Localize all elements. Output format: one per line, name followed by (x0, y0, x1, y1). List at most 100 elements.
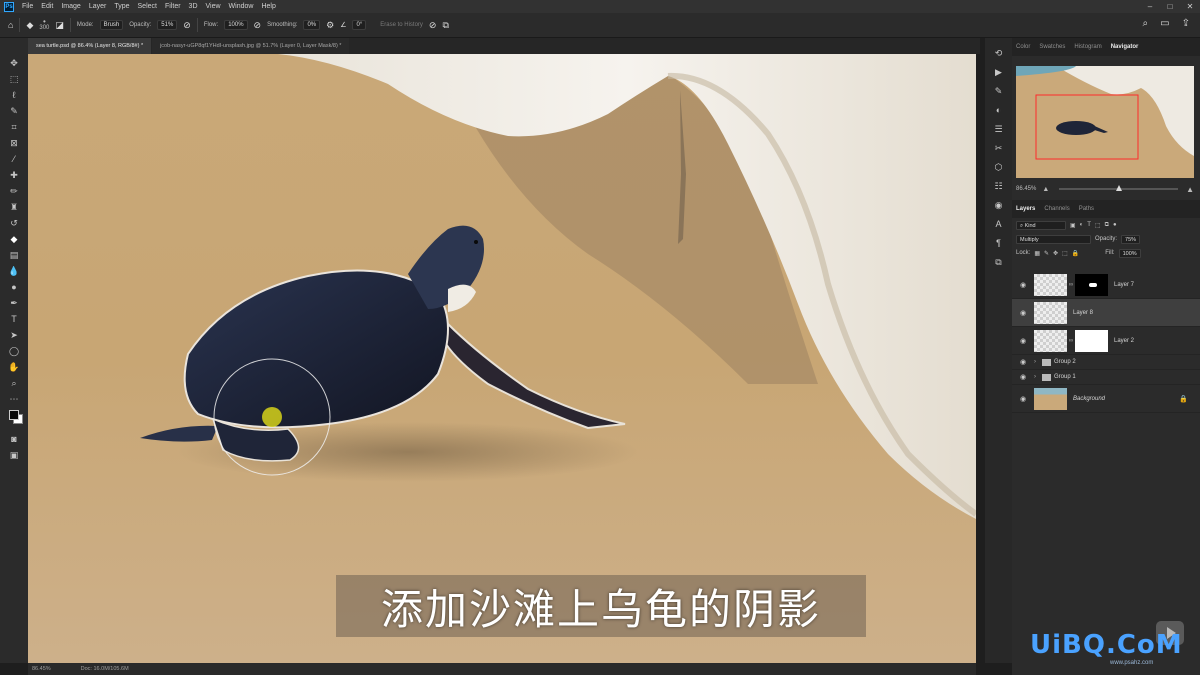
fill-field[interactable]: 100% (1118, 248, 1141, 258)
layer-comps-icon[interactable]: ⧉ (992, 255, 1006, 269)
angle-field[interactable]: 0° (352, 20, 367, 30)
filter-pixel-icon[interactable]: ▣ (1070, 222, 1076, 229)
zoom-tool-icon[interactable]: ⌕ (7, 376, 21, 390)
eye-icon[interactable]: ◉ (1016, 309, 1030, 317)
lock-all-icon[interactable]: 🔒 (1072, 250, 1079, 257)
brush-settings-panel-icon[interactable]: ✎ (992, 84, 1006, 98)
opacity-field[interactable]: 51% (157, 20, 178, 30)
menu-edit[interactable]: Edit (41, 3, 53, 10)
erase-to-history-checkbox[interactable]: Erase to History (380, 22, 423, 28)
eye-icon[interactable]: ◉ (1016, 373, 1030, 381)
filter-adjust-icon[interactable]: ◐ (1080, 222, 1084, 228)
menu-help[interactable]: Help (261, 3, 275, 10)
eye-icon[interactable]: ◉ (1016, 358, 1030, 366)
brush-settings-icon[interactable]: ◪ (55, 20, 64, 31)
share-icon[interactable]: ⇪ (1182, 18, 1190, 29)
quick-select-tool-icon[interactable]: ✎ (7, 104, 21, 118)
move-tool-icon[interactable]: ✥ (7, 56, 21, 70)
filter-type-icon[interactable]: T (1087, 222, 1091, 228)
adjustments-panel-icon[interactable]: ◐ (992, 103, 1006, 117)
lock-pixels-icon[interactable]: ✎ (1044, 250, 1049, 257)
expand-caret-icon[interactable]: › (1034, 374, 1036, 380)
tab-layers[interactable]: Layers (1016, 206, 1035, 212)
link-icon[interactable]: ∞ (1067, 282, 1075, 288)
filter-kind-select[interactable]: ⌕ Kind (1016, 220, 1066, 230)
menu-file[interactable]: File (22, 3, 33, 10)
more-tools-icon[interactable]: ⋯ (7, 392, 21, 406)
tab-color[interactable]: Color (1016, 44, 1030, 50)
tab-paths[interactable]: Paths (1079, 206, 1094, 212)
pen-tool-icon[interactable]: ✒ (7, 296, 21, 310)
screen-mode-icon[interactable]: ▣ (7, 448, 21, 462)
type-tool-icon[interactable]: T (7, 312, 21, 326)
layer-row[interactable]: ◉ ∞ Layer 7 (1012, 271, 1200, 299)
symmetry-icon[interactable]: ⧉ (442, 20, 448, 31)
slider-knob[interactable] (1116, 185, 1123, 191)
layer-row[interactable]: ◉ Background 🔒 (1012, 385, 1200, 413)
properties-panel-icon[interactable]: ☰ (992, 122, 1006, 136)
filter-toggle-icon[interactable]: ● (1113, 222, 1117, 228)
layer-mask-thumbnail[interactable] (1075, 273, 1108, 296)
shape-tool-icon[interactable]: ◯ (7, 344, 21, 358)
libraries-panel-icon[interactable]: ☷ (992, 179, 1006, 193)
marquee-tool-icon[interactable]: ⬚ (7, 72, 21, 86)
search-icon[interactable]: ⌕ (1143, 18, 1149, 29)
quick-mask-icon[interactable]: ◙ (7, 432, 21, 446)
history-brush-tool-icon[interactable]: ↺ (7, 216, 21, 230)
menu-select[interactable]: Select (138, 3, 157, 10)
menu-layer[interactable]: Layer (89, 3, 107, 10)
home-icon[interactable]: ⌂ (8, 20, 13, 30)
menu-image[interactable]: Image (61, 3, 80, 10)
color-swatches[interactable] (7, 408, 23, 424)
tab-sea-turtle[interactable]: sea turtle.psd @ 86.4% (Layer 8, RGB/8#)… (28, 38, 152, 54)
maximize-icon[interactable]: □ (1160, 0, 1180, 13)
tab-unsplash-photo[interactable]: jcob-nasyr-uGP8qf1YHdI-unsplash.jpg @ 51… (152, 38, 350, 54)
workspace-icon[interactable]: ▭ (1160, 18, 1169, 29)
expand-caret-icon[interactable]: › (1034, 359, 1036, 365)
gradient-tool-icon[interactable]: ▤ (7, 248, 21, 262)
pressure-size-icon[interactable]: ⊘ (429, 20, 437, 31)
gear-icon[interactable]: ⚙ (326, 20, 334, 31)
history-panel-icon[interactable]: ⟲ (992, 46, 1006, 60)
lock-icon[interactable]: 🔒 (1179, 395, 1188, 403)
layer-row[interactable]: ◉ ∞ Layer 2 (1012, 327, 1200, 355)
layer-opacity-field[interactable]: 75% (1121, 234, 1141, 244)
blend-mode-select[interactable]: Multiply (1016, 234, 1091, 244)
menu-view[interactable]: View (206, 3, 221, 10)
hand-tool-icon[interactable]: ✋ (7, 360, 21, 374)
color-panel-icon[interactable]: ◉ (992, 198, 1006, 212)
actions-panel-icon[interactable]: ▶ (992, 65, 1006, 79)
eraser-tool-icon[interactable]: ◆ (7, 232, 21, 246)
foreground-color-swatch[interactable] (9, 410, 19, 420)
navigator-zoom-slider[interactable] (1059, 185, 1179, 191)
flow-field[interactable]: 100% (224, 20, 248, 30)
tools-presets-icon[interactable]: ✂ (992, 141, 1006, 155)
filter-shape-icon[interactable]: ⬚ (1095, 222, 1101, 229)
lock-transparent-icon[interactable]: ▦ (1034, 250, 1040, 257)
airbrush-icon[interactable]: ⊘ (254, 20, 262, 31)
paragraph-panel-icon[interactable]: ¶ (992, 236, 1006, 250)
minimize-icon[interactable]: – (1140, 0, 1160, 13)
close-icon[interactable]: ✕ (1180, 0, 1200, 13)
lock-position-icon[interactable]: ✥ (1053, 250, 1058, 257)
eye-icon[interactable]: ◉ (1016, 395, 1030, 403)
3d-panel-icon[interactable]: ⬡ (992, 160, 1006, 174)
layer-row[interactable]: ◉ Layer 8 (1012, 299, 1200, 327)
eye-icon[interactable]: ◉ (1016, 337, 1030, 345)
layer-group-row[interactable]: ◉ › Group 2 (1012, 355, 1200, 370)
crop-tool-icon[interactable]: ⌗ (7, 120, 21, 134)
eye-icon[interactable]: ◉ (1016, 281, 1030, 289)
zoom-out-icon[interactable]: ▲ (1042, 186, 1049, 193)
zoom-in-icon[interactable]: ▲ (1186, 185, 1194, 194)
menu-3d[interactable]: 3D (189, 3, 198, 10)
dodge-tool-icon[interactable]: ● (7, 280, 21, 294)
pressure-opacity-icon[interactable]: ⊘ (183, 20, 191, 31)
lasso-tool-icon[interactable]: ℓ (7, 88, 21, 102)
document-canvas[interactable] (28, 54, 976, 663)
photoshop-logo-icon[interactable]: Ps (4, 1, 14, 12)
eyedropper-tool-icon[interactable]: ⁄ (7, 152, 21, 166)
eraser-tool-icon[interactable]: ◆ (26, 20, 33, 31)
status-zoom[interactable]: 86.45% (32, 666, 51, 672)
tab-channels[interactable]: Channels (1044, 206, 1069, 212)
navigator-zoom-value[interactable]: 86.45% (1016, 186, 1036, 192)
